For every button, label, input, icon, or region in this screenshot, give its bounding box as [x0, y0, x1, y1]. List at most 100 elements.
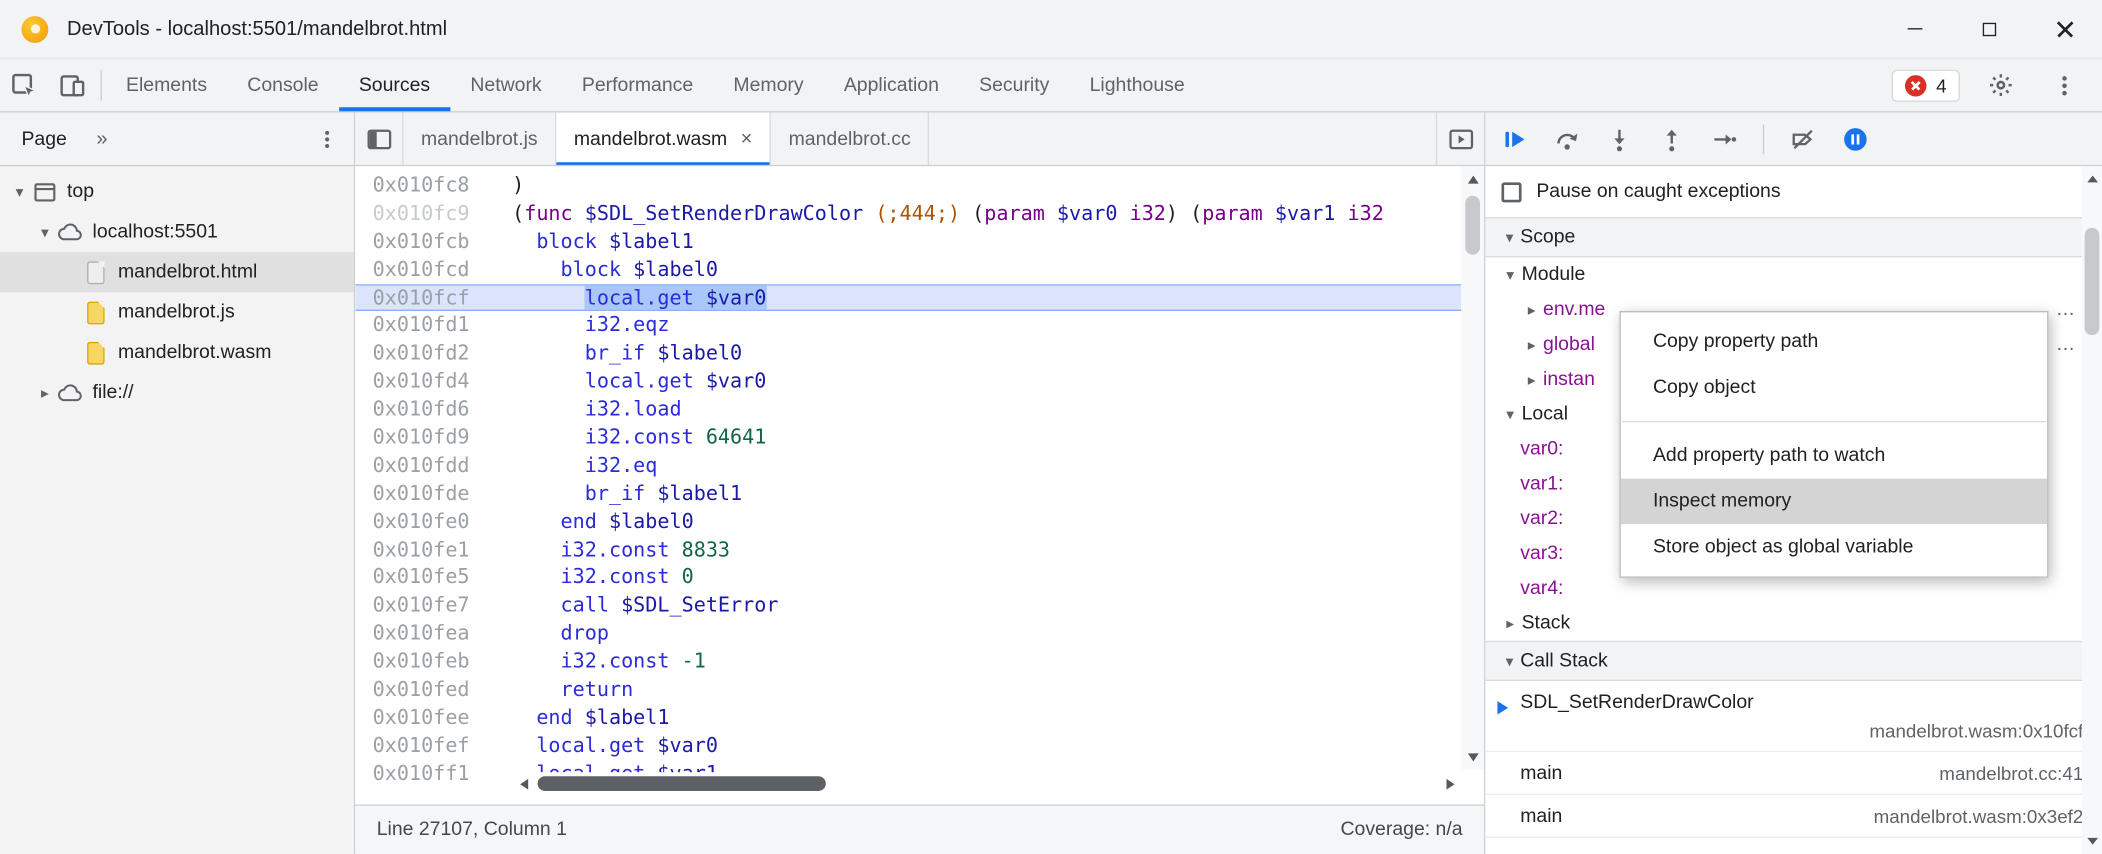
code-line[interactable]: 0x010fd9 i32.const 64641: [355, 424, 1461, 452]
address-gutter[interactable]: 0x010fea: [355, 620, 512, 648]
code-line[interactable]: 0x010fcd block $label0: [355, 256, 1461, 284]
inspect-element-icon[interactable]: [0, 59, 48, 111]
disclosure-expanded-icon[interactable]: ▾: [8, 182, 31, 201]
call-stack-section-header[interactable]: ▾ Call Stack: [1485, 641, 2102, 681]
address-gutter[interactable]: 0x010fe5: [355, 564, 512, 592]
close-button[interactable]: [2027, 0, 2102, 58]
code-line[interactable]: 0x010feb i32.const -1: [355, 648, 1461, 676]
scroll-right-icon[interactable]: [1438, 778, 1461, 789]
scroll-down-icon[interactable]: [1461, 745, 1484, 768]
address-gutter[interactable]: 0x010fcf: [355, 284, 512, 312]
step-icon[interactable]: [1711, 125, 1738, 152]
menu-item-add-property-path-to-watch[interactable]: Add property path to watch: [1621, 433, 2047, 479]
scroll-left-icon[interactable]: [512, 778, 535, 789]
pause-on-exceptions-icon[interactable]: [1842, 125, 1869, 152]
stack-frame-main[interactable]: mainmandelbrot.cc:41: [1485, 752, 2102, 795]
settings-gear-icon[interactable]: [1976, 72, 2024, 97]
pause-on-caught-checkbox[interactable]: [1501, 182, 1521, 202]
code-line[interactable]: 0x010fcb block $label1: [355, 228, 1461, 256]
menu-item-store-object-as-global-variable[interactable]: Store object as global variable: [1621, 524, 2047, 570]
editor-vertical-scrollbar[interactable]: [1461, 166, 1484, 769]
horizontal-scroll-thumb[interactable]: [538, 776, 826, 791]
more-tabs-icon[interactable]: »: [96, 127, 107, 150]
tab-performance[interactable]: Performance: [562, 59, 714, 111]
address-gutter[interactable]: 0x010fd9: [355, 424, 512, 452]
device-toolbar-icon[interactable]: [48, 59, 96, 111]
code-line[interactable]: 0x010fea drop: [355, 620, 1461, 648]
code-line[interactable]: 0x010fef local.get $var0: [355, 732, 1461, 760]
address-gutter[interactable]: 0x010fef: [355, 732, 512, 760]
code-line[interactable]: 0x010fde br_if $label1: [355, 480, 1461, 508]
editor-pane-toggle-icon[interactable]: [1436, 113, 1484, 165]
tab-sources[interactable]: Sources: [339, 59, 451, 111]
code-line[interactable]: 0x010fed return: [355, 676, 1461, 704]
sidebar-scroll-down-icon[interactable]: [2082, 830, 2102, 853]
stack-frame-main[interactable]: mainmandelbrot.wasm:0x3ef2: [1485, 795, 2102, 838]
step-into-icon[interactable]: [1606, 125, 1633, 152]
address-gutter[interactable]: 0x010fee: [355, 704, 512, 732]
editor-horizontal-scrollbar[interactable]: [512, 772, 1461, 795]
address-gutter[interactable]: 0x010fdd: [355, 452, 512, 480]
tab-elements[interactable]: Elements: [106, 59, 227, 111]
address-gutter[interactable]: 0x010fc9: [355, 200, 512, 228]
tree-item-mandelbrot-js[interactable]: mandelbrot.js: [0, 292, 354, 332]
code-line[interactable]: 0x010fd4 local.get $var0: [355, 368, 1461, 396]
code-line[interactable]: 0x010fe5 i32.const 0: [355, 564, 1461, 592]
sidebar-scrollbar[interactable]: [2082, 166, 2102, 854]
address-gutter[interactable]: 0x010fd1: [355, 312, 512, 340]
code-line[interactable]: 0x010fd1 i32.eqz: [355, 312, 1461, 340]
code-line[interactable]: 0x010fdd i32.eq: [355, 452, 1461, 480]
tab-application[interactable]: Application: [824, 59, 959, 111]
menu-item-copy-property-path[interactable]: Copy property path: [1621, 319, 2047, 365]
stack-frame-sdl-setrenderdrawcolor[interactable]: SDL_SetRenderDrawColormandelbrot.wasm:0x…: [1485, 681, 2102, 752]
address-gutter[interactable]: 0x010fed: [355, 676, 512, 704]
editor-tab-mandelbrot-js[interactable]: mandelbrot.js: [404, 113, 557, 165]
scope-group-module[interactable]: ▾Module: [1485, 257, 2102, 292]
tree-item-top[interactable]: ▾top: [0, 172, 354, 212]
tab-lighthouse[interactable]: Lighthouse: [1069, 59, 1204, 111]
horizontal-scroll-track[interactable]: [535, 772, 1439, 795]
maximize-button[interactable]: [1952, 0, 2027, 58]
toggle-navigator-icon[interactable]: [355, 113, 403, 165]
code-line[interactable]: 0x010fc8): [355, 172, 1461, 200]
code-line[interactable]: 0x010fd2 br_if $label0: [355, 340, 1461, 368]
code-line[interactable]: 0x010fee end $label1: [355, 704, 1461, 732]
address-gutter[interactable]: 0x010ff1: [355, 760, 512, 788]
minimize-button[interactable]: [1877, 0, 1952, 58]
tree-item-file[interactable]: ▸file://: [0, 373, 354, 413]
close-tab-icon[interactable]: ×: [741, 129, 753, 149]
disclosure-expanded-icon[interactable]: ▾: [34, 223, 57, 242]
disclosure-collapsed-icon[interactable]: ▸: [34, 383, 57, 402]
address-gutter[interactable]: 0x010fe7: [355, 592, 512, 620]
code-line[interactable]: 0x010fe0 end $label0: [355, 508, 1461, 536]
navigator-kebab-icon[interactable]: [316, 128, 337, 149]
address-gutter[interactable]: 0x010fc8: [355, 172, 512, 200]
code-area[interactable]: 0x010fc8)0x010fc9(func $SDL_SetRenderDra…: [355, 166, 1461, 804]
tab-console[interactable]: Console: [227, 59, 339, 111]
editor-tab-mandelbrot-wasm[interactable]: mandelbrot.wasm×: [556, 113, 771, 165]
tab-network[interactable]: Network: [450, 59, 562, 111]
address-gutter[interactable]: 0x010fe0: [355, 508, 512, 536]
kebab-menu-icon[interactable]: [2040, 73, 2088, 97]
editor-tab-mandelbrot-cc[interactable]: mandelbrot.cc: [771, 113, 929, 165]
address-gutter[interactable]: 0x010fd2: [355, 340, 512, 368]
resume-script-icon[interactable]: [1501, 125, 1528, 152]
menu-item-copy-object[interactable]: Copy object: [1621, 365, 2047, 411]
deactivate-breakpoints-icon[interactable]: [1790, 125, 1817, 152]
scroll-up-icon[interactable]: [1461, 168, 1484, 191]
address-gutter[interactable]: 0x010fe1: [355, 536, 512, 564]
step-out-icon[interactable]: [1658, 125, 1685, 152]
tree-item-localhost-5501[interactable]: ▾localhost:5501: [0, 212, 354, 252]
vertical-scroll-thumb[interactable]: [1465, 196, 1480, 255]
address-gutter[interactable]: 0x010feb: [355, 648, 512, 676]
error-badge[interactable]: 4: [1892, 69, 1960, 101]
code-line[interactable]: 0x010fcf local.get $var0: [355, 284, 1461, 312]
code-line[interactable]: 0x010fe7 call $SDL_SetError: [355, 592, 1461, 620]
tree-item-mandelbrot-wasm[interactable]: mandelbrot.wasm: [0, 332, 354, 372]
scope-group-stack[interactable]: ▸Stack: [1485, 606, 2102, 641]
tab-page[interactable]: Page: [21, 128, 66, 149]
address-gutter[interactable]: 0x010fcb: [355, 228, 512, 256]
sidebar-scroll-thumb[interactable]: [2085, 228, 2100, 335]
code-line[interactable]: 0x010fe1 i32.const 8833: [355, 536, 1461, 564]
scope-section-header[interactable]: ▾ Scope: [1485, 217, 2102, 257]
